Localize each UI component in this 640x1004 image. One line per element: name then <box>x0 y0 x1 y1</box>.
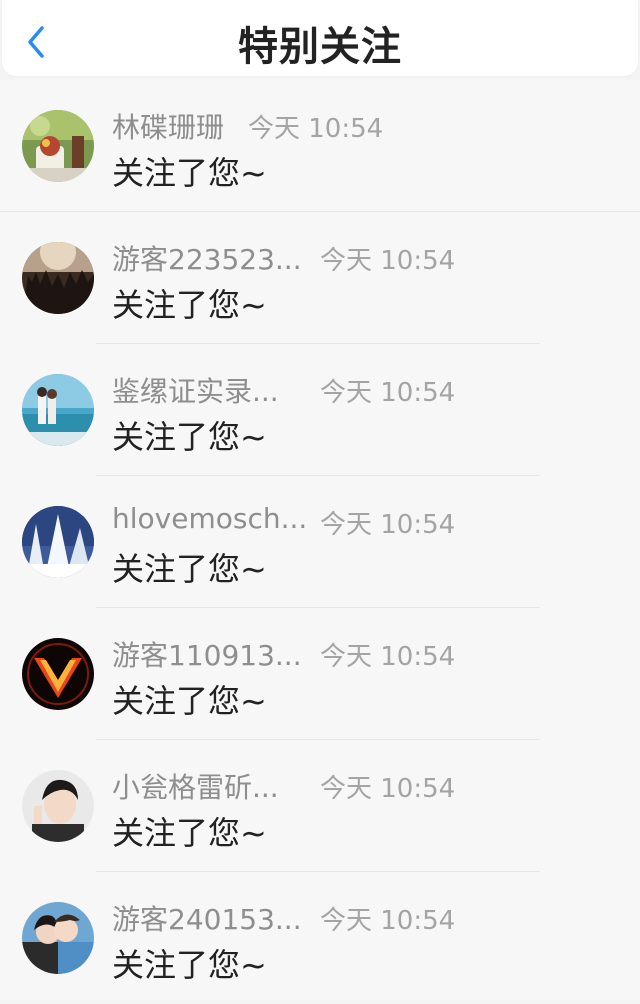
avatar[interactable] <box>22 638 94 710</box>
user-name[interactable]: 游客223523... <box>112 238 302 278</box>
message-text: 关注了您~ <box>112 286 267 324</box>
list-item[interactable]: hlovemosch... 今天 10:54 关注了您~ <box>0 476 640 608</box>
timestamp: 今天 10:54 <box>320 378 456 408</box>
list-item[interactable]: 游客240153... 今天 10:54 关注了您~ <box>0 872 640 1004</box>
message-text: 关注了您~ <box>112 154 267 192</box>
user-name[interactable]: hlovemosch... <box>112 502 307 535</box>
user-name[interactable]: 游客240153... <box>112 898 302 938</box>
header-bar: 特别关注 <box>2 0 638 76</box>
user-name[interactable]: 鉴缧证实录... <box>112 370 279 410</box>
user-name[interactable]: 游客110913... <box>112 634 302 674</box>
timestamp: 今天 10:54 <box>320 774 456 804</box>
timestamp: 今天 10:54 <box>320 510 456 540</box>
notification-list: 林碟珊珊 今天 10:54 关注了您~ 游客223523... 今天 10:54… <box>0 80 640 1000</box>
avatar[interactable] <box>22 770 94 842</box>
list-item[interactable]: 游客223523... 今天 10:54 关注了您~ <box>0 212 640 344</box>
timestamp: 今天 10:54 <box>320 906 456 936</box>
message-text: 关注了您~ <box>112 946 267 984</box>
timestamp: 今天 10:54 <box>320 642 456 672</box>
avatar[interactable] <box>22 110 94 182</box>
message-text: 关注了您~ <box>112 418 267 456</box>
avatar[interactable] <box>22 374 94 446</box>
list-item[interactable]: 游客110913... 今天 10:54 关注了您~ <box>0 608 640 740</box>
message-text: 关注了您~ <box>112 814 267 852</box>
timestamp: 今天 10:54 <box>248 114 384 144</box>
message-text: 关注了您~ <box>112 682 267 720</box>
user-name[interactable]: 林碟珊珊 <box>112 106 224 146</box>
list-item[interactable]: 鉴缧证实录... 今天 10:54 关注了您~ <box>0 344 640 476</box>
list-item[interactable]: 林碟珊珊 今天 10:54 关注了您~ <box>0 80 640 212</box>
avatar[interactable] <box>22 242 94 314</box>
avatar[interactable] <box>22 506 94 578</box>
list-item[interactable]: 小瓮格雷斫... 今天 10:54 关注了您~ <box>0 740 640 872</box>
user-name[interactable]: 小瓮格雷斫... <box>112 766 279 806</box>
timestamp: 今天 10:54 <box>320 246 456 276</box>
message-text: 关注了您~ <box>112 550 267 588</box>
avatar[interactable] <box>22 902 94 974</box>
page-title: 特别关注 <box>238 24 402 70</box>
